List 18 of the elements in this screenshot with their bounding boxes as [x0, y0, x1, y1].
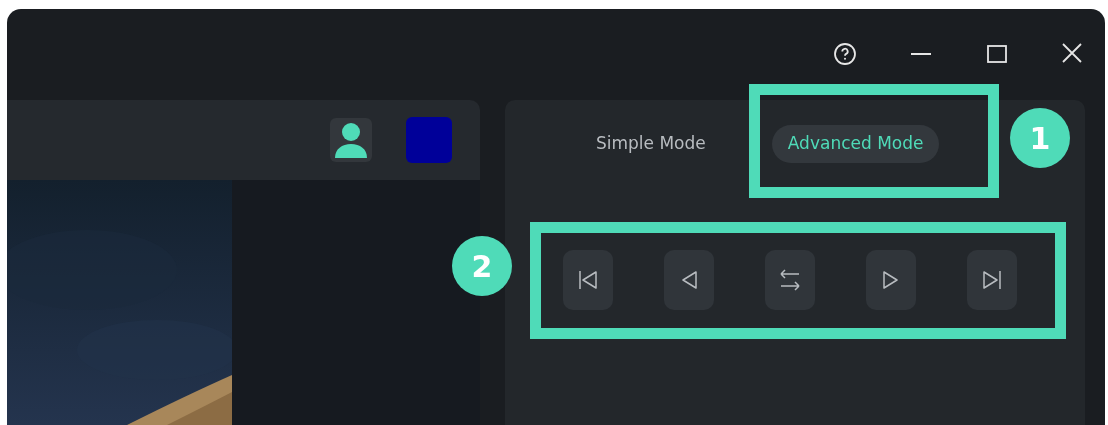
skip-back-icon — [578, 269, 598, 291]
swap-button[interactable] — [765, 250, 815, 310]
next-button[interactable] — [866, 250, 916, 310]
skip-forward-icon — [982, 269, 1002, 291]
triangle-left-icon — [680, 269, 698, 291]
triangle-right-icon — [882, 269, 900, 291]
user-button[interactable] — [330, 118, 372, 162]
maximize-icon[interactable] — [985, 42, 1009, 66]
previous-button[interactable] — [664, 250, 714, 310]
mode-tab[interactable]: Simple Mode — [580, 125, 722, 163]
swap-arrows-icon — [778, 267, 802, 293]
user-icon — [332, 120, 370, 160]
close-icon[interactable] — [1061, 42, 1083, 64]
color-swatch[interactable] — [406, 117, 452, 163]
help-icon[interactable] — [833, 42, 857, 66]
skip-to-start-button[interactable] — [563, 250, 613, 310]
skip-to-end-button[interactable] — [967, 250, 1017, 310]
mode-tab[interactable]: Advanced Mode — [771, 125, 940, 163]
